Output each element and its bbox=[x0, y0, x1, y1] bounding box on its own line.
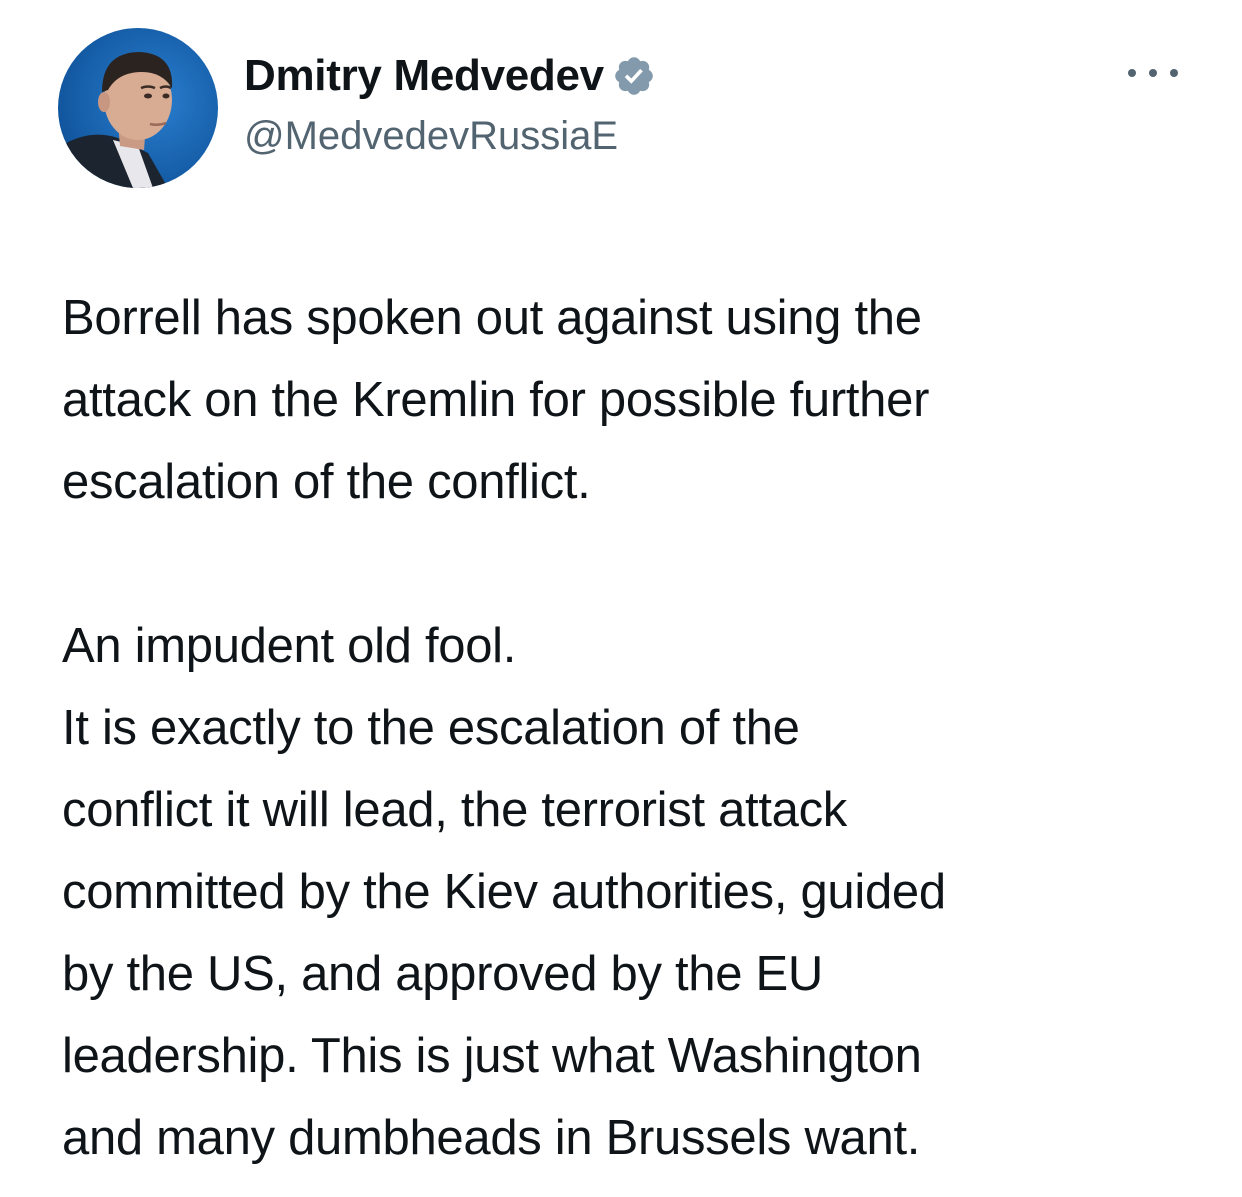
more-dot bbox=[1128, 69, 1136, 77]
tweet-line: leadership. This is just what Washington bbox=[62, 1029, 922, 1083]
tweet-line: committed by the Kiev authorities, guide… bbox=[62, 865, 946, 919]
more-dot bbox=[1170, 69, 1178, 77]
tweet-line: attack on the Kremlin for possible furth… bbox=[62, 373, 930, 427]
tweet-text: Borrell has spoken out against using the… bbox=[62, 277, 1212, 1179]
tweet-line: by the US, and approved by the EU bbox=[62, 947, 823, 1001]
tweet-line: conflict it will lead, the terrorist att… bbox=[62, 783, 848, 837]
tweet-line: Borrell has spoken out against using the bbox=[62, 291, 922, 345]
more-options-icon[interactable] bbox=[1128, 58, 1178, 88]
author-display-name[interactable]: Dmitry Medvedev bbox=[244, 51, 604, 101]
tweet-line: An impudent old fool. bbox=[62, 619, 517, 673]
profile-photo bbox=[58, 28, 218, 188]
author-name-row: Dmitry Medvedev bbox=[244, 48, 656, 104]
author-handle[interactable]: @MedvedevRussiaE bbox=[244, 114, 618, 159]
tweet-line: escalation of the conflict. bbox=[62, 455, 591, 509]
tweet-line: and many dumbheads in Brussels want. bbox=[62, 1111, 921, 1165]
more-dot bbox=[1149, 69, 1157, 77]
tweet-line: It is exactly to the escalation of the bbox=[62, 701, 800, 755]
avatar[interactable] bbox=[58, 28, 218, 188]
verified-badge-icon[interactable] bbox=[612, 54, 656, 98]
